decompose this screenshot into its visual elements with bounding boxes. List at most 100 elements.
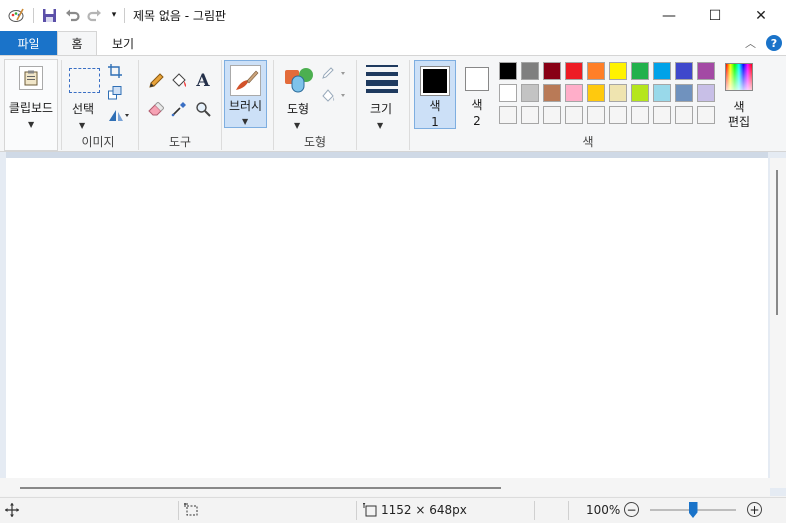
palette-swatch[interactable] [543, 84, 561, 102]
group-separator [356, 60, 357, 150]
status-divider [534, 501, 535, 520]
zoom-in-button[interactable]: + [747, 502, 762, 517]
palette-swatch[interactable] [675, 62, 693, 80]
edit-colors-button[interactable]: 색 편집 [722, 61, 756, 131]
brush-button[interactable]: 브러시 ▼ [224, 60, 267, 128]
color2-button[interactable]: 색 2 [460, 60, 494, 129]
line-size-icon [366, 65, 398, 93]
color1-swatch [423, 69, 447, 93]
size-button[interactable]: 크기 ▼ [362, 61, 402, 130]
palette-swatch[interactable] [565, 84, 583, 102]
eraser-icon[interactable] [147, 100, 165, 118]
palette-swatch[interactable] [631, 84, 649, 102]
palette-swatch[interactable] [543, 62, 561, 80]
window-title: 제목 없음 - 그림판 [133, 9, 227, 23]
collapse-ribbon-icon[interactable]: ︿ [745, 35, 756, 51]
zoom-out-button[interactable]: − [624, 502, 639, 517]
tab-home[interactable]: 홈 [57, 31, 97, 55]
title-bar: ▾ 제목 없음 - 그림판 — ☐ ✕ [0, 0, 786, 31]
paste-icon [19, 66, 43, 90]
custom-color-slot[interactable] [675, 106, 693, 124]
palette-swatch[interactable] [609, 62, 627, 80]
custom-color-slot[interactable] [565, 106, 583, 124]
customize-quick-access-icon[interactable]: ▾ [106, 7, 122, 23]
close-button[interactable]: ✕ [738, 0, 784, 31]
custom-color-slot[interactable] [631, 106, 649, 124]
help-icon[interactable]: ? [766, 35, 782, 51]
custom-color-slot[interactable] [609, 106, 627, 124]
horizontal-scrollbar-thumb[interactable] [20, 487, 501, 489]
vertical-scrollbar-thumb[interactable] [776, 170, 778, 315]
palette-swatch[interactable] [521, 62, 539, 80]
palette-swatch[interactable] [609, 84, 627, 102]
palette-swatch[interactable] [499, 62, 517, 80]
crop-icon[interactable] [107, 63, 123, 79]
select-button[interactable]: 선택 ▼ [66, 61, 102, 130]
palette-swatch[interactable] [653, 84, 671, 102]
palette-swatch[interactable] [565, 62, 583, 80]
pencil-icon[interactable] [147, 72, 165, 90]
color-picker-icon[interactable] [170, 100, 188, 118]
tab-view[interactable]: 보기 [98, 31, 148, 55]
group-separator [138, 60, 139, 150]
tab-file[interactable]: 파일 [0, 31, 57, 55]
palette-swatch[interactable] [697, 84, 715, 102]
status-divider [178, 501, 179, 520]
selection-rectangle-icon [69, 68, 100, 93]
status-divider [568, 501, 569, 520]
paint-app-icon [8, 7, 24, 23]
palette-swatch[interactable] [587, 62, 605, 80]
shape-outline-icon[interactable] [321, 65, 347, 81]
shapes-button[interactable]: 도형 ▼ [280, 61, 318, 130]
custom-color-slot[interactable] [653, 106, 671, 124]
palette-swatch[interactable] [499, 84, 517, 102]
clipboard-label: 클립보드 [8, 101, 54, 115]
drawing-canvas[interactable] [6, 158, 768, 478]
shapes-group-label: 도형 [303, 135, 327, 149]
clipboard-button[interactable]: 클립보드 ▼ [4, 59, 58, 151]
undo-icon[interactable] [64, 7, 80, 23]
palette-swatch[interactable] [697, 62, 715, 80]
minimize-button[interactable]: — [646, 0, 692, 31]
palette-swatch[interactable] [521, 84, 539, 102]
palette-swatch[interactable] [631, 62, 649, 80]
color1-button[interactable]: 색 1 [414, 60, 456, 129]
select-label: 선택 [71, 102, 95, 116]
divider [33, 8, 34, 23]
custom-color-slot[interactable] [499, 106, 517, 124]
image-group-label: 이미지 [81, 135, 115, 149]
brush-label: 브러시 [228, 99, 263, 113]
canvas-size-icon [362, 502, 377, 520]
magnifier-icon[interactable] [194, 100, 212, 118]
edit-colors-label-1: 색 [733, 100, 745, 114]
rotate-icon[interactable] [107, 107, 131, 123]
color1-label: 색 [429, 99, 441, 113]
save-icon[interactable] [41, 7, 57, 23]
custom-color-slot[interactable] [587, 106, 605, 124]
ribbon-tabs: 파일 홈 보기 ︿ ? [0, 31, 786, 55]
redo-icon[interactable] [86, 7, 102, 23]
fill-bucket-icon[interactable] [170, 72, 188, 90]
status-divider [356, 501, 357, 520]
chevron-down-icon: ▼ [79, 121, 86, 130]
maximize-button[interactable]: ☐ [692, 0, 738, 31]
custom-color-slot[interactable] [521, 106, 539, 124]
status-bar: 1152 × 648px 100% − + [0, 497, 786, 523]
color2-swatch [468, 70, 486, 88]
text-tool-icon[interactable]: A [194, 71, 212, 91]
resize-icon[interactable] [107, 85, 123, 101]
palette-swatch[interactable] [653, 62, 671, 80]
color2-number: 2 [473, 114, 481, 128]
chevron-down-icon: ▼ [294, 121, 301, 130]
zoom-slider-thumb[interactable] [688, 502, 698, 518]
custom-color-slot[interactable] [697, 106, 715, 124]
chevron-down-icon: ▼ [28, 120, 35, 129]
palette-swatch[interactable] [675, 84, 693, 102]
custom-color-slot[interactable] [543, 106, 561, 124]
brush-icon [230, 65, 261, 96]
shapes-label: 도형 [286, 102, 310, 116]
shape-fill-icon[interactable] [321, 87, 347, 103]
group-separator [221, 60, 222, 150]
cursor-position-icon [5, 503, 19, 520]
palette-swatch[interactable] [587, 84, 605, 102]
